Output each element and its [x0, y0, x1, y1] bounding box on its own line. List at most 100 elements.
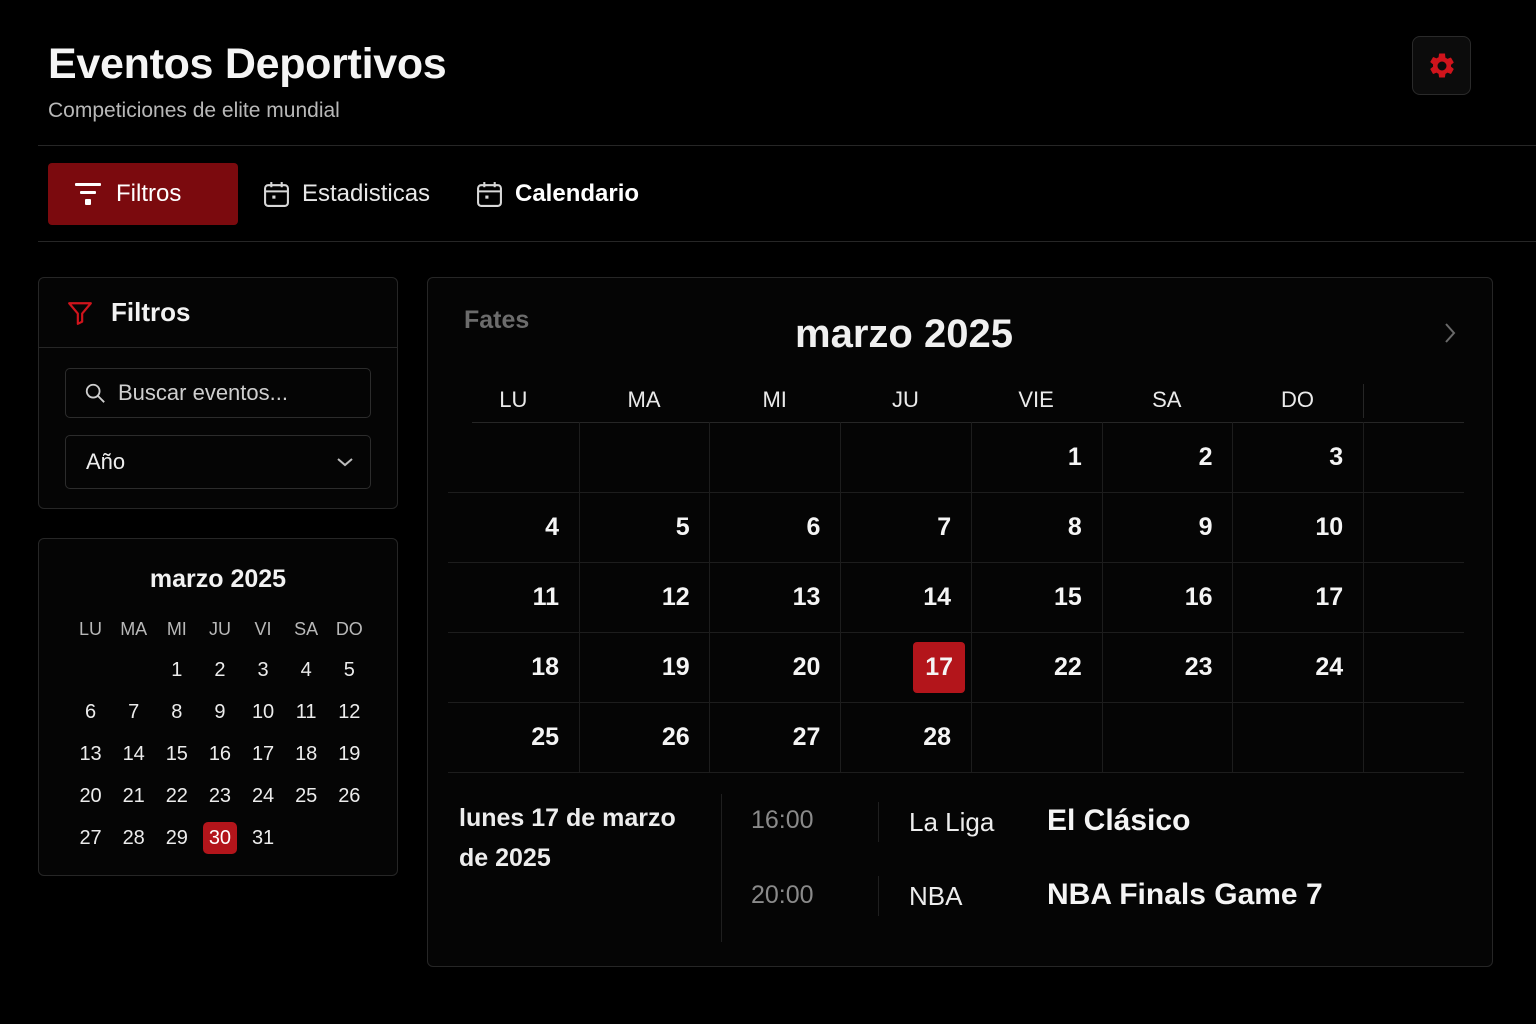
event-name[interactable]: El Clásico — [1047, 804, 1190, 838]
chevron-right-icon — [1445, 323, 1456, 343]
next-month-button[interactable] — [1436, 318, 1464, 348]
day-cell[interactable]: 20 — [709, 632, 840, 702]
mini-day-cell[interactable]: 12 — [328, 691, 371, 733]
mini-day-cell[interactable]: 25 — [285, 775, 328, 817]
mini-day-cell[interactable]: 7 — [112, 691, 155, 733]
mini-day-number: 5 — [343, 658, 355, 681]
weekday-label: SA — [1152, 387, 1182, 412]
mini-day-cell[interactable]: 23 — [198, 775, 241, 817]
mini-day-cell[interactable]: 6 — [69, 691, 112, 733]
grid-line — [448, 772, 1464, 773]
mini-empty-cell — [328, 817, 371, 859]
mini-day-cell[interactable]: 21 — [112, 775, 155, 817]
day-cell[interactable]: 7 — [840, 492, 971, 562]
search-input[interactable] — [118, 380, 358, 406]
mini-day-cell[interactable]: 16 — [198, 733, 241, 775]
day-number: 27 — [792, 722, 821, 751]
mini-day-number: 14 — [122, 742, 145, 765]
mini-day-cell[interactable]: 15 — [155, 733, 198, 775]
mini-day-cell[interactable]: 22 — [155, 775, 198, 817]
mini-day-cell[interactable]: 30 — [198, 817, 241, 859]
year-select[interactable]: Año — [65, 435, 371, 489]
day-cell[interactable]: 6 — [709, 492, 840, 562]
day-number: 23 — [1184, 652, 1213, 681]
weekday-label: MA — [627, 387, 661, 412]
day-cell[interactable]: 25 — [448, 702, 579, 772]
day-number: 1 — [1067, 442, 1082, 471]
mini-day-number: 17 — [251, 742, 275, 765]
day-number: 26 — [661, 722, 690, 751]
tab-filtros[interactable]: Filtros — [48, 163, 238, 225]
tab-estadisticas-label: Estadisticas — [302, 180, 431, 207]
events-date-line1: lunes 17 de marzo — [459, 804, 676, 832]
search-field[interactable] — [65, 368, 371, 418]
tab-estadisticas[interactable]: Estadisticas — [263, 163, 430, 225]
day-cell[interactable]: 17 — [1232, 562, 1363, 632]
day-cell[interactable]: 14 — [840, 562, 971, 632]
day-cell[interactable]: 3 — [1232, 422, 1363, 492]
mini-day-number: 24 — [251, 784, 275, 807]
day-number: 12 — [661, 582, 690, 611]
day-cell[interactable]: 22 — [971, 632, 1102, 702]
day-cell[interactable]: 11 — [448, 562, 579, 632]
mini-day-cell[interactable]: 24 — [242, 775, 285, 817]
mini-day-cell[interactable]: 29 — [155, 817, 198, 859]
weekday-label: LU — [499, 387, 528, 412]
day-cell[interactable]: 19 — [579, 632, 710, 702]
day-cell[interactable]: 2 — [1102, 422, 1233, 492]
day-cell[interactable]: 12 — [579, 562, 710, 632]
day-cell[interactable]: 5 — [579, 492, 710, 562]
mini-day-cell[interactable]: 31 — [242, 817, 285, 859]
tab-calendario-label: Calendario — [515, 180, 640, 207]
mini-day-cell[interactable]: 14 — [112, 733, 155, 775]
event-name[interactable]: NBA Finals Game 7 — [1047, 878, 1323, 912]
mini-day-cell[interactable]: 28 — [112, 817, 155, 859]
empty-day-cell — [840, 422, 971, 492]
day-cell[interactable]: 8 — [971, 492, 1102, 562]
mini-day-cell[interactable]: 13 — [69, 733, 112, 775]
day-cell[interactable]: 28 — [840, 702, 971, 772]
tab-calendario[interactable]: Calendario — [476, 163, 639, 225]
mini-day-cell[interactable]: 27 — [69, 817, 112, 859]
mini-day-cell[interactable]: 17 — [242, 733, 285, 775]
day-cell[interactable]: 16 — [1102, 562, 1233, 632]
weekday-divider — [1363, 384, 1364, 418]
day-cell[interactable]: 13 — [709, 562, 840, 632]
mini-day-number: 9 — [214, 700, 226, 723]
mini-day-cell[interactable]: 3 — [242, 649, 285, 691]
day-cell[interactable]: 1 — [971, 422, 1102, 492]
mini-day-number: 16 — [208, 742, 232, 765]
mini-day-cell[interactable]: 20 — [69, 775, 112, 817]
day-cell[interactable]: 15 — [971, 562, 1102, 632]
day-number: 6 — [806, 512, 821, 541]
day-cell[interactable]: 4 — [448, 492, 579, 562]
day-cell[interactable]: 18 — [448, 632, 579, 702]
mini-day-cell[interactable]: 11 — [285, 691, 328, 733]
mini-day-cell[interactable]: 26 — [328, 775, 371, 817]
day-cell[interactable]: 27 — [709, 702, 840, 772]
mini-day-cell[interactable]: 8 — [155, 691, 198, 733]
calendar-icon — [264, 181, 289, 207]
day-cell[interactable]: 26 — [579, 702, 710, 772]
mini-day-cell[interactable]: 5 — [328, 649, 371, 691]
day-cell[interactable]: 17 — [840, 632, 971, 702]
day-number: 19 — [661, 652, 690, 681]
mini-day-cell[interactable]: 10 — [242, 691, 285, 733]
mini-day-number: 23 — [208, 784, 232, 807]
day-cell[interactable]: 23 — [1102, 632, 1233, 702]
mini-day-number: 21 — [122, 784, 145, 807]
mini-day-cell[interactable]: 4 — [285, 649, 328, 691]
mini-day-cell[interactable]: 2 — [198, 649, 241, 691]
mini-day-cell[interactable]: 18 — [285, 733, 328, 775]
day-cell[interactable]: 10 — [1232, 492, 1363, 562]
day-number: 18 — [531, 652, 559, 681]
day-cell[interactable]: 9 — [1102, 492, 1233, 562]
day-number: 11 — [532, 582, 559, 611]
main-calendar: Fates marzo 2025 LU MA MI JU VIE SA DO 1234567… — [427, 277, 1493, 967]
mini-day-cell[interactable]: 1 — [155, 649, 198, 691]
mini-day-cell[interactable]: 9 — [198, 691, 241, 733]
mini-day-cell[interactable]: 19 — [328, 733, 371, 775]
mini-weekday: SA — [294, 618, 319, 639]
settings-button[interactable] — [1412, 36, 1471, 95]
day-cell[interactable]: 24 — [1232, 632, 1363, 702]
